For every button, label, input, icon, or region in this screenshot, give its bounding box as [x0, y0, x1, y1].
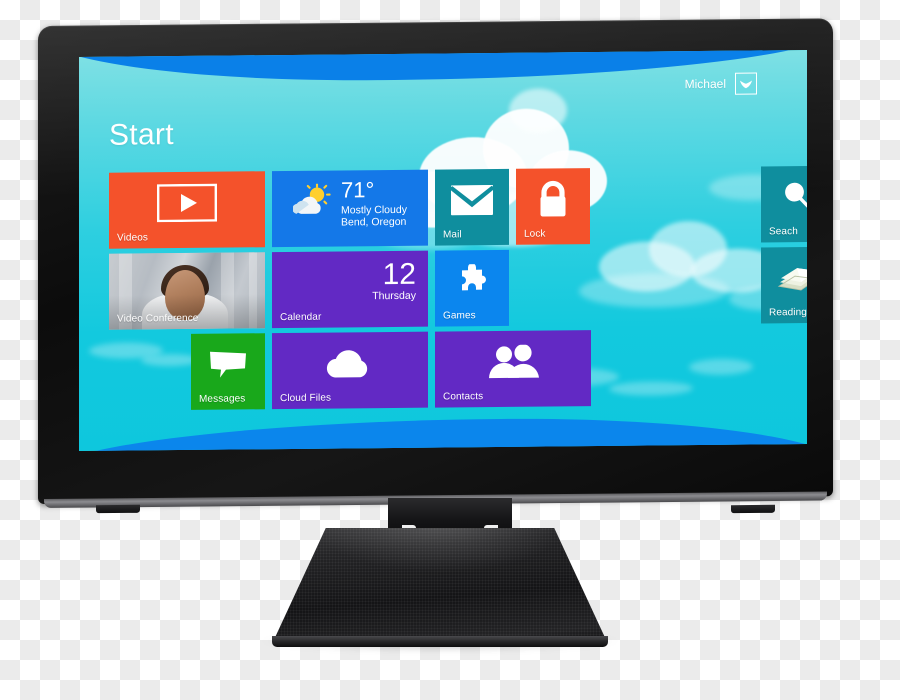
tile-label: Seach — [769, 226, 798, 238]
tile-label: Calendar — [280, 311, 322, 324]
weather-condition: Mostly Cloudy — [341, 203, 407, 217]
cloud-icon — [272, 332, 428, 395]
monitor-stand-base — [272, 528, 608, 644]
monitor-stand-base-edge — [272, 636, 608, 647]
tile-grid: Videos 71° Mostly Cloudy Bend, Oregon Ma… — [79, 50, 807, 451]
stand-base-sheen — [272, 528, 608, 644]
tile-label: Videos — [117, 232, 148, 244]
screenshot-canvas: Start Michael Videos 71° Mostly Cloudy B… — [0, 0, 900, 700]
open-book-icon — [761, 247, 807, 310]
tile-mail[interactable]: Mail — [435, 168, 509, 246]
tile-search[interactable]: Seach — [761, 165, 807, 243]
padlock-icon — [516, 168, 590, 231]
sun-behind-cloud-icon — [292, 183, 331, 223]
tile-lock[interactable]: Lock — [516, 168, 590, 245]
tile-games[interactable]: Games — [435, 249, 509, 327]
tile-label: Lock — [524, 228, 546, 240]
weather-temperature: 71° — [341, 176, 375, 203]
tile-label: Video Conference — [117, 312, 199, 325]
monitor-foot-left — [96, 504, 140, 514]
tile-weather[interactable]: 71° Mostly Cloudy Bend, Oregon — [272, 169, 428, 248]
calendar-day-name: Thursday — [372, 289, 416, 302]
magnifier-icon — [761, 166, 807, 229]
monitor-screen[interactable]: Start Michael Videos 71° Mostly Cloudy B… — [79, 50, 807, 452]
tile-cloud-files[interactable]: Cloud Files — [272, 331, 428, 410]
speech-bubble-icon — [191, 333, 265, 396]
monitor-foot-right — [731, 504, 775, 514]
puzzle-piece-icon — [435, 250, 509, 313]
start-screen-background: Start Michael Videos 71° Mostly Cloudy B… — [79, 50, 807, 452]
tile-label: Mail — [443, 229, 462, 241]
tile-videos[interactable]: Videos — [109, 171, 265, 249]
weather-content: 71° Mostly Cloudy Bend, Oregon — [272, 170, 428, 237]
tile-messages[interactable]: Messages — [191, 333, 265, 410]
tile-label: Cloud Files — [280, 392, 332, 405]
calendar-day-number: 12 — [382, 257, 416, 292]
tile-reading[interactable]: Reading — [761, 246, 807, 324]
envelope-icon — [435, 169, 509, 232]
tile-contacts[interactable]: Contacts — [435, 330, 591, 408]
tile-label: Messages — [199, 393, 246, 405]
play-button-icon — [109, 171, 265, 234]
computer-monitor: Start Michael Videos 71° Mostly Cloudy B… — [38, 18, 833, 514]
tile-video-conference[interactable]: Video Conference — [109, 252, 265, 330]
calendar-date-block: 12 Thursday — [372, 257, 416, 302]
weather-location: Bend, Oregon — [341, 216, 407, 229]
two-people-icon — [435, 330, 591, 393]
tile-label: Contacts — [443, 391, 484, 403]
tile-calendar[interactable]: 12 Thursday Calendar — [272, 250, 428, 329]
tile-label: Reading — [769, 307, 807, 319]
tile-label: Games — [443, 310, 476, 322]
